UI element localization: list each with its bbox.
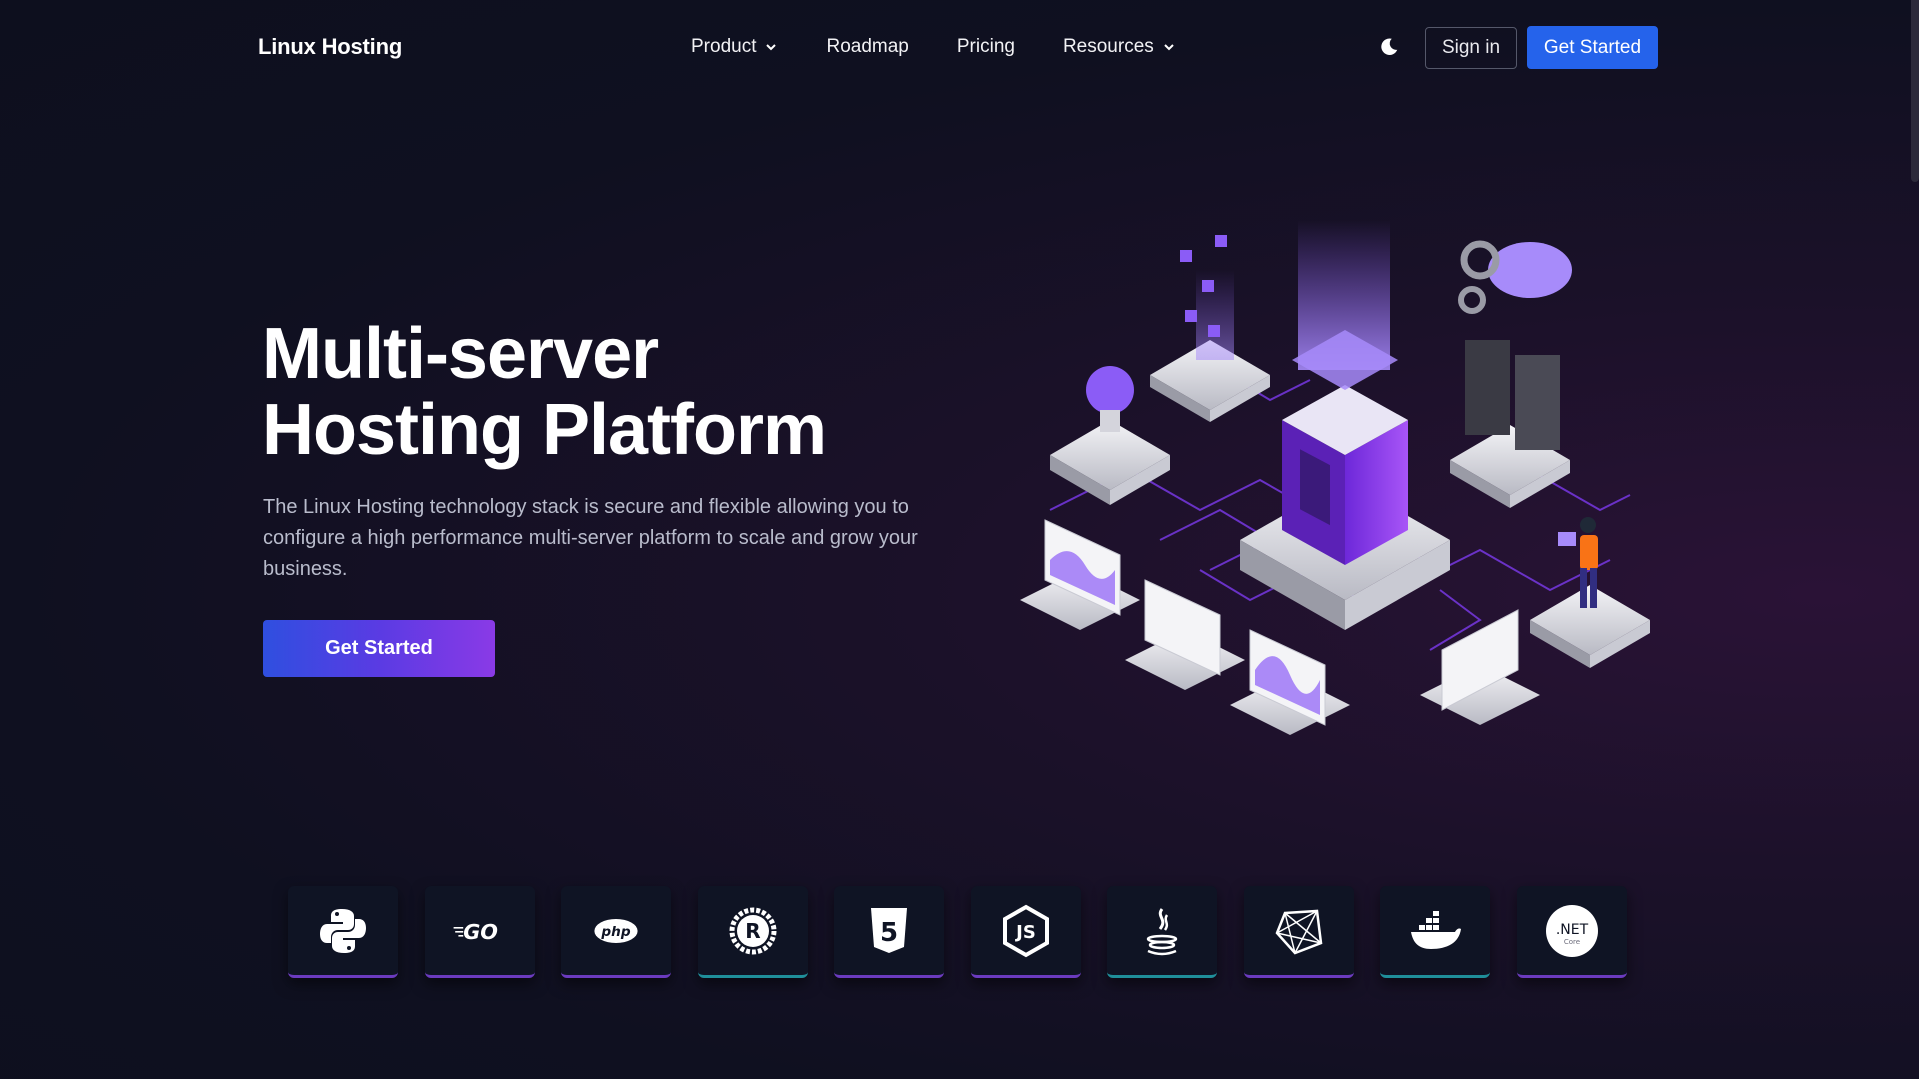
svg-text:GO: GO	[463, 920, 498, 944]
nav-item-pricing[interactable]: Pricing	[957, 36, 1015, 58]
isometric-server-illustration	[1020, 220, 1650, 735]
nav-item-label: Pricing	[956, 36, 1015, 57]
ruby-icon	[1275, 909, 1322, 954]
svg-text:php: php	[600, 923, 630, 939]
docker-icon	[1411, 910, 1461, 949]
sign-in-button[interactable]: Sign in	[1425, 27, 1517, 69]
tech-tile-java[interactable]	[1107, 886, 1217, 978]
html5-icon: 5	[871, 907, 907, 953]
tech-tile-go[interactable]: GO	[424, 886, 535, 978]
hero-description: The Linux Hosting technology stack is se…	[263, 496, 918, 580]
nav-item-label: Roadmap	[826, 36, 909, 57]
php-icon: php	[594, 918, 638, 943]
svg-text:Core: Core	[1563, 938, 1579, 946]
tech-tile-python[interactable]	[288, 886, 398, 978]
nav-links: Product Roadmap Pricing Resources	[691, 36, 1224, 58]
dotnet-core-icon: .NET Core	[1545, 904, 1598, 957]
rust-icon: R	[729, 907, 776, 954]
tech-tile-dotnet[interactable]: .NET Core	[1516, 886, 1627, 978]
nav-get-started-button[interactable]: Get Started	[1527, 26, 1658, 69]
java-icon	[1146, 907, 1178, 955]
tech-tile-html5[interactable]: 5	[834, 886, 944, 978]
nav-item-product[interactable]: Product	[691, 36, 778, 58]
hero-get-started-button[interactable]: Get Started	[263, 620, 495, 677]
tech-tile-php[interactable]: php	[561, 886, 671, 978]
hero-title-line: Hosting Platform	[262, 390, 827, 470]
moon-icon[interactable]	[1378, 36, 1400, 58]
brand-logo[interactable]: Linux Hosting	[258, 34, 402, 60]
hero-title: Multi-server Hosting Platform	[262, 314, 827, 470]
tech-tile-docker[interactable]	[1380, 886, 1490, 978]
nav-item-label: Resources	[1062, 36, 1154, 57]
tech-stack-row: GO php R 5 JS .NET Core	[288, 886, 1653, 978]
nav-item-label: Product	[691, 36, 757, 57]
tech-tile-rust[interactable]: R	[697, 886, 808, 978]
svg-text:JS: JS	[1014, 922, 1036, 943]
hero-title-line: Multi-server	[262, 314, 659, 394]
scrollbar[interactable]	[1911, 0, 1919, 182]
chevron-down-icon	[766, 44, 777, 51]
chevron-down-icon	[1164, 44, 1174, 51]
tech-tile-ruby[interactable]	[1243, 886, 1354, 978]
svg-text:R: R	[745, 919, 760, 943]
top-navbar: Linux Hosting Product Roadmap Pricing Re…	[0, 0, 1919, 96]
svg-text:.NET: .NET	[1555, 922, 1588, 938]
nav-item-roadmap[interactable]: Roadmap	[826, 36, 908, 58]
python-icon	[320, 908, 366, 953]
go-icon: GO	[453, 920, 498, 944]
svg-text:5: 5	[880, 918, 898, 948]
nav-item-resources[interactable]: Resources	[1063, 36, 1176, 58]
nodejs-icon: JS	[1002, 904, 1049, 957]
tech-tile-nodejs[interactable]: JS	[970, 886, 1081, 978]
